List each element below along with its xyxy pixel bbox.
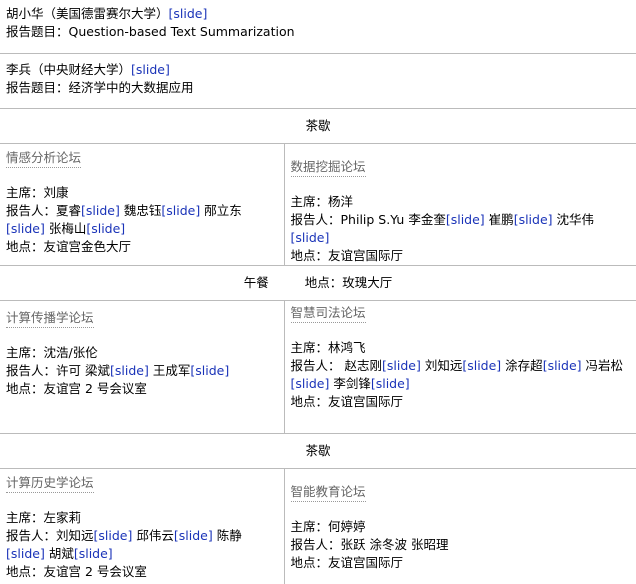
forum-chair: 主席：何婷婷: [291, 518, 631, 536]
forum-title[interactable]: 智慧司法论坛: [291, 304, 366, 323]
tea-break-label: 茶歇: [0, 434, 636, 469]
reporter-name: 涂存超: [505, 358, 543, 373]
forum-location: 地点：友谊宫金色大厅: [6, 238, 278, 256]
slide-link[interactable]: [slide]: [174, 528, 213, 543]
slide-link[interactable]: [slide]: [81, 203, 120, 218]
forum-reporters: 报告人：许可 梁斌[slide] 王成军[slide]: [6, 362, 278, 380]
slide-link[interactable]: [slide]: [6, 546, 45, 561]
slide-link[interactable]: [slide]: [291, 376, 330, 391]
break-row: 茶歇: [0, 109, 636, 144]
reporter-name: 张梅山: [49, 221, 87, 236]
forum-sentiment: 情感分析论坛 主席：刘康 报告人：夏睿[slide] 魏忠钰[slide] 邴立…: [0, 144, 284, 266]
forum-location: 地点：友谊宫国际厅: [291, 393, 631, 411]
forum-row: 情感分析论坛 主席：刘康 报告人：夏睿[slide] 魏忠钰[slide] 邴立…: [0, 144, 636, 266]
forum-chair: 主席：左家莉: [6, 509, 278, 527]
reporter-name: 胡斌: [49, 546, 74, 561]
forum-judicial: 智慧司法论坛 主席：林鸿飞 报告人： 赵志刚[slide] 刘知远[slide]…: [284, 301, 636, 434]
reporter-name: 夏睿: [56, 203, 81, 218]
tea-break-label: 茶歇: [0, 109, 636, 144]
forum-computational-comm: 计算传播学论坛 主席：沈浩/张伦 报告人：许可 梁斌[slide] 王成军[sl…: [0, 301, 284, 434]
break-row: 午餐 地点：玫瑰大厅: [0, 266, 636, 301]
lunch-location: 地点：玫瑰大厅: [305, 275, 393, 290]
schedule-table: 胡小华（美国德雷赛尔大学）[slide] 报告题目：Question-based…: [0, 0, 636, 584]
forum-row: 计算历史学论坛 主席：左家莉 报告人：刘知远[slide] 邱伟云[slide]…: [0, 469, 636, 584]
slide-link[interactable]: [slide]: [371, 376, 410, 391]
reporter-name: 张昭理: [411, 537, 449, 552]
slide-link[interactable]: [slide]: [462, 358, 501, 373]
reporter-name: 李剑锋: [333, 376, 371, 391]
forum-history: 计算历史学论坛 主席：左家莉 报告人：刘知远[slide] 邱伟云[slide]…: [0, 469, 284, 584]
slide-link[interactable]: [slide]: [161, 203, 200, 218]
reporter-name: 邱伟云: [136, 528, 174, 543]
slide-link[interactable]: [slide]: [382, 358, 421, 373]
talk-speaker: 胡小华（美国德雷赛尔大学）: [6, 6, 169, 21]
reporter-name: 魏忠钰: [124, 203, 162, 218]
slide-link[interactable]: [slide]: [169, 6, 208, 21]
reporter-name: 王成军: [153, 363, 191, 378]
forum-education: 智能教育论坛 主席：何婷婷 报告人：张跃 涂冬波 张昭理 地点：友谊宫国际厅: [284, 469, 636, 584]
reporter-name: 冯岩松: [586, 358, 624, 373]
slide-link[interactable]: [slide]: [514, 212, 553, 227]
forum-title[interactable]: 计算传播学论坛: [6, 309, 94, 328]
forum-datamining: 数据挖掘论坛 主席：杨洋 报告人：Philip S.Yu 李金奎[slide] …: [284, 144, 636, 266]
slide-link[interactable]: [slide]: [543, 358, 582, 373]
forum-chair: 主席：杨洋: [291, 193, 631, 211]
forum-title[interactable]: 数据挖掘论坛: [291, 158, 366, 177]
reporter-name: 刘知远: [425, 358, 463, 373]
reporter-name: 沈华伟: [557, 212, 595, 227]
slide-link[interactable]: [slide]: [131, 62, 170, 77]
slide-link[interactable]: [slide]: [94, 528, 133, 543]
forum-reporters: 报告人：Philip S.Yu 李金奎[slide] 崔鹏[slide] 沈华伟…: [291, 211, 631, 247]
slide-link[interactable]: [slide]: [446, 212, 485, 227]
lunch-label: 午餐: [244, 275, 269, 290]
forum-reporters: 报告人：刘知远[slide] 邱伟云[slide] 陈静 [slide] 胡斌[…: [6, 527, 278, 563]
forum-title[interactable]: 情感分析论坛: [6, 149, 81, 168]
talk-row: 李兵（中央财经大学）[slide] 报告题目：经济学中的大数据应用: [0, 54, 636, 109]
slide-link[interactable]: [slide]: [6, 221, 45, 236]
reporter-name: 赵志刚: [344, 358, 382, 373]
forum-location: 地点：友谊宫 2 号会议室: [6, 380, 278, 398]
break-row: 茶歇: [0, 434, 636, 469]
slide-link[interactable]: [slide]: [110, 363, 149, 378]
reporter-name: 刘知远: [56, 528, 94, 543]
forum-row: 计算传播学论坛 主席：沈浩/张伦 报告人：许可 梁斌[slide] 王成军[sl…: [0, 301, 636, 434]
forum-title[interactable]: 计算历史学论坛: [6, 474, 94, 493]
slide-link[interactable]: [slide]: [86, 221, 125, 236]
forum-title[interactable]: 智能教育论坛: [291, 483, 366, 502]
forum-reporters: 报告人： 赵志刚[slide] 刘知远[slide] 涂存超[slide] 冯岩…: [291, 357, 631, 393]
reporter-name: 邴立东: [204, 203, 242, 218]
talk-topic: 报告题目：Question-based Text Summarization: [6, 23, 630, 41]
forum-chair: 主席：沈浩/张伦: [6, 344, 278, 362]
reporter-name: 崔鹏: [489, 212, 514, 227]
slide-link[interactable]: [slide]: [291, 230, 330, 245]
reporter-name: 陈静: [217, 528, 242, 543]
reporter-name: 梁斌: [85, 363, 110, 378]
forum-reporters: 报告人：夏睿[slide] 魏忠钰[slide] 邴立东 [slide] 张梅山…: [6, 202, 278, 238]
reporter-name: Philip S.Yu: [341, 212, 405, 227]
talk-topic: 报告题目：经济学中的大数据应用: [6, 79, 630, 97]
slide-link[interactable]: [slide]: [190, 363, 229, 378]
forum-location: 地点：友谊宫国际厅: [291, 247, 631, 265]
forum-chair: 主席：林鸿飞: [291, 339, 631, 357]
talk-speaker: 李兵（中央财经大学）: [6, 62, 131, 77]
talk-row: 胡小华（美国德雷赛尔大学）[slide] 报告题目：Question-based…: [0, 0, 636, 54]
reporter-name: 张跃: [341, 537, 366, 552]
forum-chair: 主席：刘康: [6, 184, 278, 202]
slide-link[interactable]: [slide]: [74, 546, 113, 561]
forum-reporters: 报告人：张跃 涂冬波 张昭理: [291, 536, 631, 554]
reporter-name: 涂冬波: [370, 537, 408, 552]
reporter-name: 许可: [56, 363, 81, 378]
forum-location: 地点：友谊宫国际厅: [291, 554, 631, 572]
reporter-name: 李金奎: [408, 212, 446, 227]
forum-location: 地点：友谊宫 2 号会议室: [6, 563, 278, 581]
